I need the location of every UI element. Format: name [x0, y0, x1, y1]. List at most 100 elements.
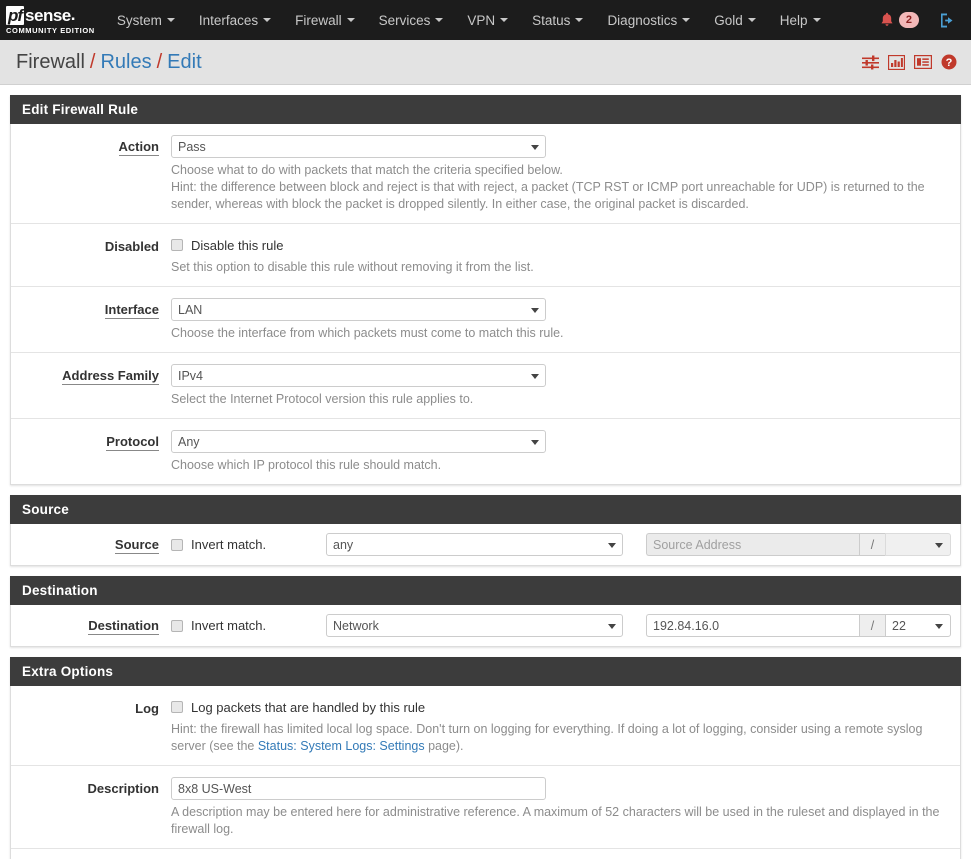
label-description: Description [87, 781, 159, 796]
destination-mask-wrap: 22 [885, 614, 951, 637]
interface-select-wrap: LAN [171, 298, 546, 321]
help-action-line2: Hint: the difference between block and r… [171, 180, 925, 211]
panel-title-source: Source [10, 495, 961, 524]
log-list-icon[interactable] [914, 55, 932, 69]
nav-label: Help [780, 13, 808, 28]
nav-label: Diagnostics [607, 13, 677, 28]
disable-rule-checkbox-label[interactable]: Disable this rule [191, 238, 284, 253]
disable-rule-checkbox[interactable] [171, 239, 183, 251]
bar-chart-icon[interactable] [888, 55, 905, 70]
destination-type-select[interactable]: Network [326, 614, 623, 637]
label-protocol: Protocol [106, 434, 159, 451]
chevron-down-icon [167, 18, 175, 22]
label-disabled-wrap: Disabled [11, 235, 171, 254]
breadcrumb-item-edit[interactable]: Edit [167, 51, 201, 74]
form-row-disabled: Disabled Disable this rule Set this opti… [11, 224, 960, 287]
breadcrumb-separator: / [90, 51, 96, 74]
form-row-log: Log Log packets that are handled by this… [11, 686, 960, 766]
nav-item-system[interactable]: System [105, 0, 187, 40]
field-protocol: Any Choose which IP protocol this rule s… [171, 430, 960, 474]
panel-extra-options: Extra Options Log Log packets that are h… [10, 657, 961, 859]
field-interface: LAN Choose the interface from which pack… [171, 298, 960, 342]
top-navbar: pf sense . COMMUNITY EDITION System Inte… [0, 0, 971, 40]
logo-edition-text: COMMUNITY EDITION [6, 26, 95, 35]
destination-invert-label[interactable]: Invert match. [191, 618, 266, 633]
breadcrumb-item-rules[interactable]: Rules [100, 51, 151, 74]
log-packets-checkbox[interactable] [171, 701, 183, 713]
address-family-select[interactable]: IPv4 [171, 364, 546, 387]
protocol-select-wrap: Any [171, 430, 546, 453]
chevron-down-icon [347, 18, 355, 22]
help-action: Choose what to do with packets that matc… [171, 162, 948, 213]
label-source: Source [115, 537, 159, 554]
nav-item-vpn[interactable]: VPN [455, 0, 520, 40]
panel-title-edit-rule: Edit Firewall Rule [10, 95, 961, 124]
logo-pf-text: pf [6, 6, 24, 25]
action-select[interactable]: Pass [171, 135, 546, 158]
label-destination-wrap: Destination [11, 618, 171, 633]
nav-item-diagnostics[interactable]: Diagnostics [595, 0, 702, 40]
destination-address-group: / 22 [646, 614, 951, 637]
label-interface-wrap: Interface [11, 298, 171, 317]
source-address-input[interactable] [646, 533, 859, 556]
source-invert-checkbox[interactable] [171, 539, 183, 551]
source-address-group: / [646, 533, 951, 556]
chevron-down-icon [575, 18, 583, 22]
breadcrumb-item-firewall: Firewall [16, 51, 85, 74]
source-type-select[interactable]: any [326, 533, 623, 556]
nav-label: Firewall [295, 13, 342, 28]
label-description-wrap: Description [11, 777, 171, 796]
pfsense-logo[interactable]: pf sense . COMMUNITY EDITION [0, 0, 105, 40]
interface-select[interactable]: LAN [171, 298, 546, 321]
log-packets-checkbox-label[interactable]: Log packets that are handled by this rul… [191, 700, 425, 715]
system-logs-settings-link[interactable]: Status: System Logs: Settings [258, 739, 425, 753]
nav-item-status[interactable]: Status [520, 0, 595, 40]
field-address-family: IPv4 Select the Internet Protocol versio… [171, 364, 960, 408]
panel-title-extra-options: Extra Options [10, 657, 961, 686]
notifications-button[interactable]: 2 [872, 0, 927, 40]
panel-body-source: Source Invert match. any / [10, 524, 961, 566]
source-address-slash: / [859, 533, 885, 556]
source-invert-label[interactable]: Invert match. [191, 537, 266, 552]
nav-item-help[interactable]: Help [768, 0, 833, 40]
source-mask-select[interactable] [885, 533, 951, 556]
source-type-wrap: any [326, 533, 623, 556]
help-log-suffix: page). [425, 739, 464, 753]
svg-text:?: ? [946, 57, 953, 69]
form-row-advanced-options: Advanced Options Display Advanced [11, 849, 960, 859]
logout-button[interactable] [933, 0, 961, 40]
form-row-interface: Interface LAN Choose the interface from … [11, 287, 960, 353]
source-mask-wrap [885, 533, 951, 556]
source-invert-wrap: Invert match. [171, 537, 326, 552]
nav-label: Gold [714, 13, 743, 28]
destination-row-grid: Destination Invert match. Network [11, 614, 960, 637]
destination-type-wrap: Network [326, 614, 623, 637]
destination-mask-select[interactable]: 22 [885, 614, 951, 637]
help-protocol: Choose which IP protocol this rule shoul… [171, 457, 948, 474]
help-log: Hint: the firewall has limited local log… [171, 721, 948, 755]
destination-address-input[interactable] [646, 614, 859, 637]
log-checkbox-line: Log packets that are handled by this rul… [171, 697, 948, 717]
sliders-icon[interactable] [862, 55, 879, 70]
label-log: Log [135, 701, 159, 716]
description-input[interactable] [171, 777, 546, 800]
label-source-wrap: Source [11, 537, 171, 552]
nav-item-interfaces[interactable]: Interfaces [187, 0, 283, 40]
nav-item-gold[interactable]: Gold [702, 0, 768, 40]
nav-item-firewall[interactable]: Firewall [283, 0, 367, 40]
chevron-down-icon [748, 18, 756, 22]
chevron-down-icon [435, 18, 443, 22]
protocol-select[interactable]: Any [171, 430, 546, 453]
panel-destination: Destination Destination Invert match. Ne… [10, 576, 961, 647]
logo-dot: . [71, 5, 76, 25]
notification-count-badge: 2 [899, 12, 919, 28]
label-interface: Interface [105, 302, 159, 319]
nav-item-services[interactable]: Services [367, 0, 456, 40]
page-content: Edit Firewall Rule Action Pass Choose wh… [0, 85, 971, 859]
breadcrumb: Firewall / Rules / Edit [0, 40, 971, 85]
destination-invert-checkbox[interactable] [171, 620, 183, 632]
source-row-grid: Source Invert match. any / [11, 533, 960, 556]
help-circle-icon[interactable]: ? [941, 54, 957, 70]
chevron-down-icon [813, 18, 821, 22]
destination-invert-wrap: Invert match. [171, 618, 326, 633]
